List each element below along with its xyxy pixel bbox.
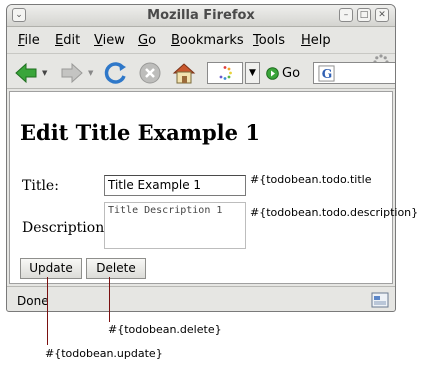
delete-button[interactable]: Delete xyxy=(86,258,146,279)
update-button[interactable]: Update xyxy=(20,258,82,279)
menu-file[interactable]: File xyxy=(18,33,40,48)
window-title: Mozilla Firefox xyxy=(147,8,255,23)
search-engine-icon[interactable]: G xyxy=(318,65,335,82)
page-title: Edit Title Example 1 xyxy=(20,120,260,145)
status-text: Done xyxy=(17,294,49,308)
update-connector-line xyxy=(47,277,48,345)
stop-icon xyxy=(139,62,161,84)
url-field[interactable] xyxy=(207,62,243,84)
menu-tools[interactable]: Tools xyxy=(253,33,285,48)
menu-bar: File Edit View Go Bookmarks Tools Help xyxy=(7,28,395,70)
menu-go[interactable]: Go xyxy=(138,33,156,48)
connection-status-icon[interactable] xyxy=(371,291,389,309)
title-input[interactable]: Title Example 1 xyxy=(104,175,246,196)
delete-binding-annotation: #{todobean.delete} xyxy=(108,323,222,336)
description-label: Description: xyxy=(22,220,109,236)
status-bar: Done xyxy=(7,286,395,311)
delete-connector-line xyxy=(109,277,110,322)
title-bar: ⌄ Mozilla Firefox – □ ✕ xyxy=(7,5,395,27)
search-field[interactable]: G xyxy=(313,62,395,84)
minimize-button[interactable]: – xyxy=(339,8,353,22)
close-button[interactable]: ✕ xyxy=(375,8,389,22)
browser-window: ⌄ Mozilla Firefox – □ ✕ File Edit View G… xyxy=(6,4,396,312)
forward-dropdown-icon: ▼ xyxy=(88,69,94,77)
description-textarea[interactable]: Title Description 1 xyxy=(104,202,246,249)
back-dropdown-icon[interactable]: ▼ xyxy=(42,69,47,77)
page-content: Edit Title Example 1 Title: Title Exampl… xyxy=(9,91,393,284)
page-loading-icon xyxy=(219,66,232,80)
maximize-button[interactable]: □ xyxy=(357,8,371,22)
url-dropdown-button[interactable]: ▼ xyxy=(245,62,260,84)
description-binding-annotation: #{todobean.todo.description} xyxy=(250,206,419,219)
svg-text:G: G xyxy=(322,66,332,81)
menu-bookmarks[interactable]: Bookmarks xyxy=(171,33,244,48)
back-arrow-icon[interactable] xyxy=(13,60,39,86)
title-binding-annotation: #{todobean.todo.title xyxy=(250,173,372,186)
home-icon[interactable] xyxy=(171,60,197,86)
go-button[interactable]: Go xyxy=(282,66,300,81)
menu-edit[interactable]: Edit xyxy=(55,33,80,48)
navigation-toolbar: ▼ ▼ ▼ Go G xyxy=(7,53,395,89)
update-binding-annotation: #{todobean.update} xyxy=(45,347,163,360)
forward-arrow-icon xyxy=(61,62,83,84)
title-label: Title: xyxy=(22,178,59,194)
go-icon[interactable] xyxy=(266,67,279,80)
reload-icon[interactable] xyxy=(103,60,129,86)
menu-help[interactable]: Help xyxy=(301,33,331,48)
menu-view[interactable]: View xyxy=(94,33,125,48)
